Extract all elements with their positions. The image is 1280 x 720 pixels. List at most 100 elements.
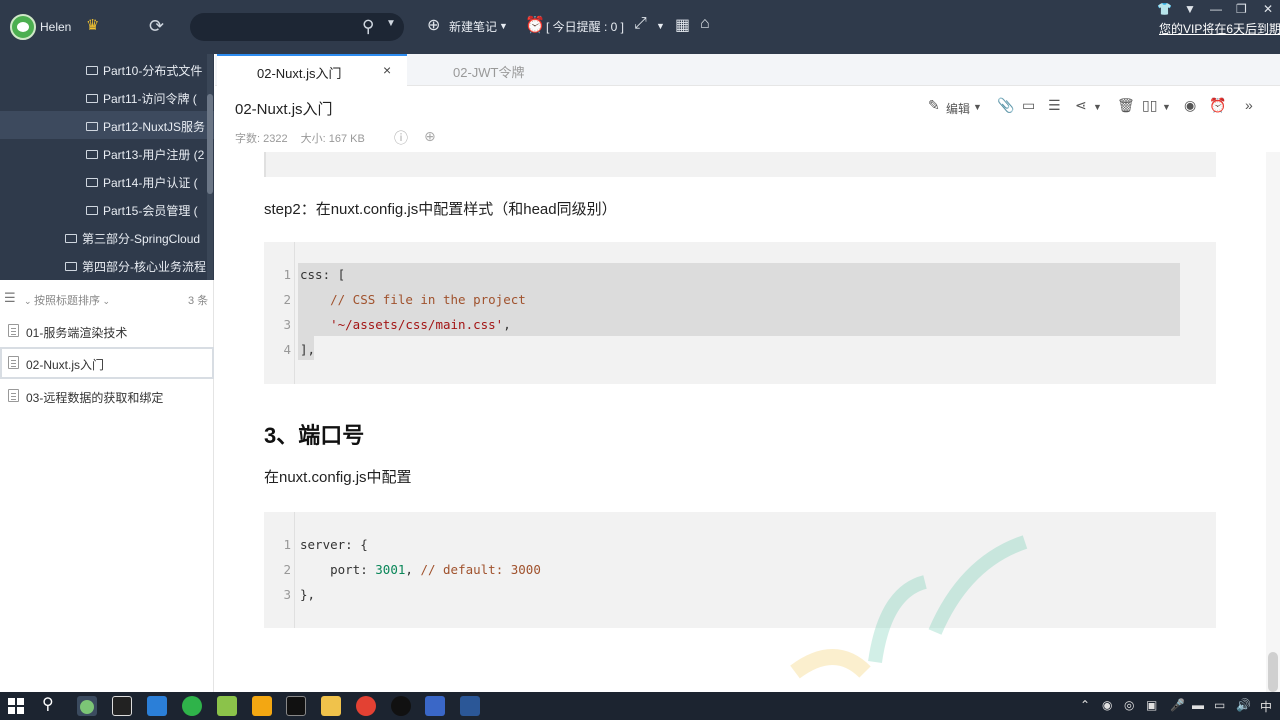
terminal-icon[interactable] <box>286 696 306 716</box>
share-dropdown-icon[interactable]: ▼ <box>1093 102 1102 112</box>
search-icon[interactable]: ⚲ <box>362 17 374 37</box>
sort-label: 按照标题排序 <box>34 295 101 307</box>
code-text: server: { <box>300 537 368 552</box>
reading-dropdown-icon[interactable]: ▼ <box>1162 102 1171 112</box>
tree-item-part15[interactable]: Part15-会员管理 ( <box>86 195 211 223</box>
tab-jwt[interactable]: 02-JWT令牌 <box>415 54 565 86</box>
add-tag-icon[interactable]: ⊕ <box>424 128 436 145</box>
tab-nuxt[interactable]: 02-Nuxt.js入门 × <box>217 54 407 86</box>
intellij-icon[interactable] <box>112 696 132 716</box>
note-app-icon[interactable] <box>80 700 94 714</box>
folder-icon <box>86 177 98 187</box>
code-token: server: { <box>300 537 368 552</box>
app-icon[interactable] <box>252 696 272 716</box>
doc-item-selected[interactable]: 02-Nuxt.js入门 <box>0 347 214 379</box>
tray-app-icon[interactable]: ◎ <box>1124 698 1134 712</box>
info-icon[interactable]: ⓘ <box>394 128 408 148</box>
windows-start-icon[interactable] <box>8 698 24 714</box>
expand-icon[interactable]: ⤢ <box>634 15 647 33</box>
tray-app-icon[interactable]: ▣ <box>1146 698 1157 712</box>
vscode-icon[interactable] <box>147 696 167 716</box>
user-avatar[interactable] <box>10 14 36 40</box>
line-number: 2 <box>283 292 291 307</box>
word-icon[interactable] <box>460 696 480 716</box>
ime-indicator[interactable]: 中 <box>1260 698 1272 715</box>
more-icon[interactable]: » <box>1245 97 1253 113</box>
code-text: // CSS file in the project <box>300 292 526 307</box>
content-scrollbar[interactable] <box>1266 152 1280 692</box>
folder-icon <box>65 233 77 243</box>
code-token: css: [ <box>300 267 346 282</box>
app-icon[interactable] <box>425 696 445 716</box>
new-note-button[interactable]: 新建笔记 <box>449 18 497 35</box>
top-bar: Helen ♛ ⟳ ⚲ ▼ ⊕ 新建笔记 ▼ ⏰ [ 今日提醒 : 0 ] ⤢ … <box>0 0 1280 54</box>
tree-item-part3[interactable]: 第三部分-SpringCloud <box>65 223 211 251</box>
tree-item-part4[interactable]: 第四部分-核心业务流程 <box>65 251 211 279</box>
weibo-icon[interactable]: ◉ <box>1184 97 1196 114</box>
tray-qq-icon[interactable]: ◉ <box>1102 698 1112 712</box>
tree-item-part14[interactable]: Part14-用户认证 ( <box>86 167 211 195</box>
reminder-icon[interactable]: ⏰ <box>1209 97 1226 114</box>
expand-dropdown-icon[interactable]: ▼ <box>656 21 665 31</box>
close-window-icon[interactable]: ✕ <box>1263 2 1273 16</box>
reading-mode-icon[interactable]: ▯▯ <box>1142 97 1157 114</box>
minimize-icon[interactable]: — <box>1210 2 1222 16</box>
search-dropdown-icon[interactable]: ▼ <box>386 18 396 29</box>
code-text: }, <box>300 587 315 602</box>
comment-icon[interactable]: ▭ <box>1022 97 1035 114</box>
list-menu-icon[interactable]: ☰ <box>4 290 16 306</box>
app-icon[interactable] <box>217 696 237 716</box>
code-token: , <box>503 317 511 332</box>
microphone-icon[interactable]: 🎤 <box>1170 698 1185 712</box>
doc-label: 02-Nuxt.js入门 <box>26 358 105 372</box>
search-input[interactable] <box>200 18 350 36</box>
username[interactable]: Helen <box>40 20 71 34</box>
alarm-icon[interactable]: ⏰ <box>525 15 545 35</box>
tree-scrollbar[interactable] <box>207 54 213 280</box>
sync-icon[interactable]: ⟳ <box>149 16 164 37</box>
sort-dropdown[interactable]: ⌄ 按照标题排序 ⌄ <box>24 292 110 308</box>
vip-crown-icon[interactable]: ♛ <box>86 16 99 34</box>
qq-icon[interactable] <box>391 696 411 716</box>
network-icon[interactable]: ▭ <box>1214 698 1225 712</box>
file-size: 大小: 167 KB <box>300 133 365 145</box>
edit-dropdown-icon[interactable]: ▼ <box>973 102 982 112</box>
search-box[interactable]: ⚲ ▼ <box>190 13 404 41</box>
vip-notice-link[interactable]: 您的VIP将在6天后到期 <box>1159 20 1280 37</box>
add-note-icon[interactable]: ⊕ <box>427 15 440 35</box>
maximize-icon[interactable]: ❐ <box>1236 2 1247 16</box>
tray-app-icon[interactable]: ▬ <box>1192 698 1204 712</box>
menu-dropdown-icon[interactable]: ▼ <box>1184 2 1196 16</box>
tree-item-part10[interactable]: Part10-分布式文件 <box>86 55 211 83</box>
edit-icon[interactable]: ✎ <box>928 97 940 114</box>
file-explorer-icon[interactable] <box>321 696 341 716</box>
tree-item-part12[interactable]: Part12-NuxtJS服务 <box>0 111 214 139</box>
code-token: // default: 3000 <box>420 562 541 577</box>
chrome-icon[interactable] <box>356 696 376 716</box>
close-tab-icon[interactable]: × <box>383 62 391 78</box>
new-note-dropdown-icon[interactable]: ▼ <box>499 21 508 31</box>
edit-button[interactable]: 编辑 <box>946 100 970 117</box>
home-icon[interactable]: ⌂ <box>700 15 710 33</box>
code-block-css[interactable]: 1 css: [2 // CSS file in the project 3 '~/… <box>264 242 1216 384</box>
delete-icon[interactable]: 🗑 <box>1117 97 1135 114</box>
history-icon[interactable]: ☰ <box>1048 97 1061 114</box>
code-block-server[interactable]: 1 server: {2 port: 3001, // default: 3000… <box>264 512 1216 628</box>
doc-item[interactable]: 01-服务端渲染技术 <box>0 316 214 346</box>
tree-item-part11[interactable]: Part11-访问令牌 ( <box>86 83 211 111</box>
note-content[interactable]: step2：在nuxt.config.js中配置样式（和head同级别） 1 cs… <box>215 152 1265 692</box>
note-title[interactable]: 02-Nuxt.js入门 <box>235 98 333 119</box>
attachment-icon[interactable]: 📎 <box>997 97 1014 114</box>
code-token: port: <box>300 562 376 577</box>
skin-icon[interactable]: 👕 <box>1157 2 1172 16</box>
grid-icon[interactable]: ▦ <box>675 15 690 35</box>
reminder-button[interactable]: [ 今日提醒 : 0 ] <box>546 18 624 35</box>
tree-item-part13[interactable]: Part13-用户注册 (2 <box>86 139 211 167</box>
search-icon[interactable]: ⚲ <box>42 694 62 714</box>
tray-expand-icon[interactable]: ⌃ <box>1080 698 1090 712</box>
volume-icon[interactable]: 🔊 <box>1236 698 1251 712</box>
doc-item[interactable]: 03-远程数据的获取和绑定 <box>0 381 214 411</box>
share-icon[interactable]: ⋖ <box>1075 97 1087 114</box>
wechat-icon[interactable] <box>182 696 202 716</box>
code-token: // CSS file in the project <box>300 292 526 307</box>
